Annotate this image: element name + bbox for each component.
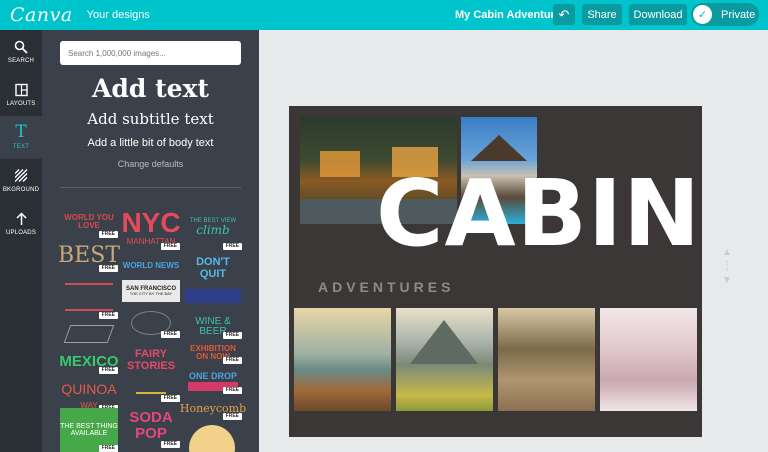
template-art — [189, 425, 235, 452]
template-text: DON'T QUIT — [196, 256, 230, 280]
template-text: THE BEST THING AVAILABLE — [60, 422, 118, 437]
cabin-window-glow — [320, 151, 360, 177]
free-badge: FREE — [222, 386, 242, 394]
template-best[interactable]: BEST FREE — [58, 240, 120, 272]
template-dont-quit[interactable]: DON'T QUIT — [184, 256, 242, 280]
template-soda-pop[interactable]: SODA POP FREE — [122, 404, 180, 448]
template-world-you-love[interactable]: WORLD YOU LOVE FREE — [60, 206, 118, 238]
free-badge: FREE — [222, 412, 242, 420]
text-icon: T — [15, 122, 27, 142]
rail-uploads-label: UPLOADS — [5, 230, 37, 236]
tool-rail: SEARCH LAYOUTS T TEXT BKGROUND UPLOADS — [0, 30, 42, 452]
undo-button[interactable]: ↶ — [553, 4, 575, 25]
share-button[interactable]: Share — [582, 4, 622, 25]
background-icon — [14, 169, 27, 182]
template-circle[interactable] — [187, 425, 237, 452]
free-badge: FREE — [98, 311, 118, 319]
rail-layouts[interactable]: LAYOUTS — [0, 73, 42, 116]
add-heading-button[interactable]: Add text — [42, 74, 259, 103]
template-world-news[interactable]: WORLD NEWS — [122, 255, 180, 277]
rail-layouts-label: LAYOUTS — [6, 101, 36, 107]
free-badge: FREE — [160, 394, 180, 402]
template-exhibition[interactable]: EXHIBITION ON NOW FREE — [184, 342, 242, 364]
privacy-label: Private — [721, 8, 756, 21]
free-badge: FREE — [160, 242, 180, 250]
undo-icon: ↶ — [558, 6, 570, 22]
free-badge: FREE — [98, 230, 118, 238]
photo-mountains[interactable] — [396, 308, 493, 411]
your-designs-link[interactable]: Your designs — [87, 9, 150, 21]
arrow-down-icon[interactable]: ▼ — [720, 274, 734, 288]
template-quinoa[interactable]: QUINOA — [60, 378, 118, 400]
download-button[interactable]: Download — [629, 4, 687, 25]
template-san-francisco[interactable]: SAN FRANCISCO THE CITY BY THE BAY — [122, 280, 180, 302]
free-badge: FREE — [98, 264, 118, 272]
rail-background-label: BKGROUND — [2, 187, 40, 193]
free-badge: FREE — [222, 356, 242, 364]
template-best-view[interactable]: THE BEST VIEW climb FREE — [184, 204, 242, 250]
template-art — [185, 289, 241, 303]
design-canvas[interactable]: CABIN ADVENTURES — [289, 106, 702, 437]
template-text: WORLD NEWS — [122, 260, 180, 270]
template-text: SODA POP — [129, 409, 173, 442]
template-fairy-stories[interactable]: FAIRY STORIES — [122, 346, 180, 376]
free-badge: FREE — [98, 444, 118, 452]
rail-search[interactable]: SEARCH — [0, 30, 42, 73]
upload-icon — [15, 212, 27, 225]
template-art — [63, 325, 115, 343]
template-decorative[interactable]: FREE — [60, 275, 118, 319]
template-ribbon[interactable]: FREE — [184, 378, 242, 394]
rail-text[interactable]: T TEXT — [0, 116, 42, 159]
template-text: climb — [196, 222, 230, 237]
arrow-up-icon[interactable]: ▲ — [720, 246, 734, 260]
template-art — [65, 283, 113, 311]
design-title[interactable]: My Cabin Adventures — [455, 9, 567, 21]
photo-cliff-coast[interactable] — [294, 308, 391, 411]
photo-dirt-road[interactable] — [498, 308, 595, 411]
template-text: FAIRY STORIES — [126, 348, 176, 372]
mountain-peak — [410, 320, 478, 364]
add-subtitle-button[interactable]: Add subtitle text — [42, 110, 259, 128]
template-text: THE CITY BY THE BAY — [129, 291, 173, 297]
template-script[interactable]: FREE — [122, 308, 180, 338]
template-honeycomb[interactable]: Honeycomb FREE — [180, 398, 246, 420]
template-text: WORLD YOU LOVE — [64, 212, 114, 230]
rail-uploads[interactable]: UPLOADS — [0, 202, 42, 245]
template-script-gold[interactable]: FREE — [122, 380, 180, 402]
privacy-toggle[interactable]: ✓ Private — [691, 3, 759, 26]
rail-background[interactable]: BKGROUND — [0, 159, 42, 202]
template-nyc[interactable]: NYC MANHATTAN FREE — [121, 204, 181, 250]
template-banner[interactable] — [184, 285, 242, 307]
add-body-button[interactable]: Add a little bit of body text — [42, 137, 259, 149]
search-icon — [14, 40, 28, 54]
design-title-cabin[interactable]: CABIN — [376, 168, 701, 260]
canva-logo[interactable]: Canva — [10, 4, 73, 26]
lodge-roof — [471, 135, 527, 161]
design-subtitle-adventures[interactable]: ADVENTURES — [318, 279, 454, 295]
free-badge: FREE — [98, 366, 118, 374]
template-best-thing[interactable]: THE BEST THING AVAILABLE FREE — [60, 408, 118, 452]
layout-icon — [14, 83, 28, 97]
text-panel: Add text Add subtitle text Add a little … — [42, 30, 259, 452]
divider — [60, 187, 241, 188]
template-text: NYC — [121, 207, 181, 239]
template-wine[interactable]: WINE & BEER FREE — [184, 315, 242, 339]
template-art — [136, 388, 166, 394]
template-badge[interactable] — [60, 323, 118, 345]
check-icon: ✓ — [693, 5, 712, 24]
change-defaults-link[interactable]: Change defaults — [42, 159, 259, 169]
photo-snowy-forest[interactable] — [600, 308, 697, 411]
template-text: QUINOA — [61, 380, 117, 397]
template-mexico[interactable]: MEXICO FREE — [59, 350, 119, 374]
free-badge: FREE — [160, 330, 180, 338]
rail-text-label: TEXT — [12, 144, 30, 150]
free-badge: FREE — [160, 440, 180, 448]
page-scroll-controls: ▲ ┆ ▼ — [720, 246, 734, 288]
rail-search-label: SEARCH — [7, 58, 35, 64]
free-badge: FREE — [222, 242, 242, 250]
free-badge: FREE — [222, 331, 242, 339]
search-input[interactable] — [60, 41, 241, 65]
page-indicator-icon: ┆ — [723, 261, 731, 272]
